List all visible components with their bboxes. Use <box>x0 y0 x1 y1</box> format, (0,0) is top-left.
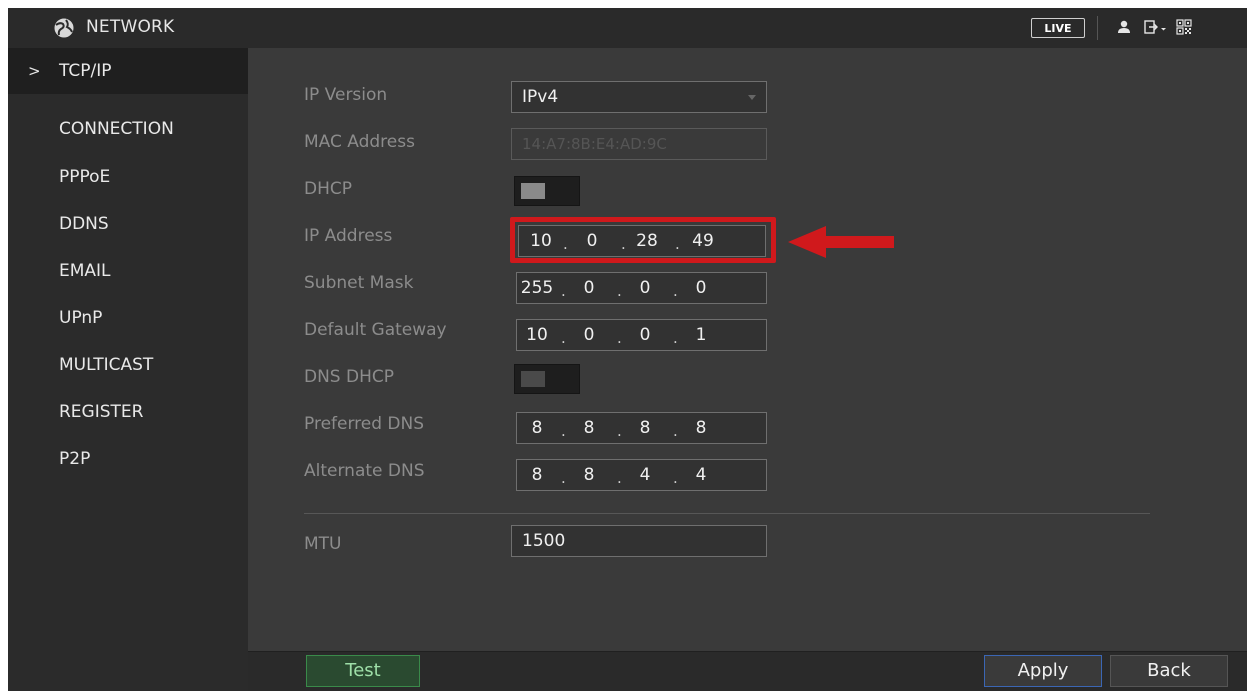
octet-dot: . <box>617 329 622 347</box>
top-separator <box>1097 16 1098 40</box>
ip-address-highlight-box <box>510 217 776 263</box>
ip-version-value: IPv4 <box>522 87 559 107</box>
ip-version-label: IP Version <box>304 85 388 105</box>
dhcp-label: DHCP <box>304 179 352 199</box>
dhcp-toggle[interactable] <box>514 176 580 206</box>
bottom-bar: Test Apply Back <box>248 651 1247 691</box>
mtu-value: 1500 <box>522 531 566 551</box>
page-title: NETWORK <box>86 17 175 37</box>
octet-dot: . <box>561 469 566 487</box>
octet-dot: . <box>673 469 678 487</box>
sidebar-item-tcp-ip[interactable]: > TCP/IP <box>8 48 248 94</box>
preferred-dns-label: Preferred DNS <box>304 414 425 434</box>
dropdown-arrow-icon <box>748 95 756 100</box>
sidebar-item-register[interactable]: REGISTER <box>8 389 248 435</box>
globe-network-icon <box>53 17 75 39</box>
octet-dot: . <box>561 422 566 440</box>
ip-address-label: IP Address <box>304 226 393 246</box>
sidebar: > TCP/IP CONNECTION PPPoE DDNS EMAIL UPn… <box>8 48 248 691</box>
tcp-ip-settings-panel: IP Version IPv4 MAC Address 14:A7:8B:E4:… <box>248 48 1247 691</box>
sidebar-item-connection[interactable]: CONNECTION <box>8 106 248 152</box>
sidebar-item-pppoe[interactable]: PPPoE <box>8 154 248 200</box>
octet-dot: . <box>617 422 622 440</box>
octet-dot: . <box>673 282 678 300</box>
ip-octet[interactable]: 8 <box>519 460 555 490</box>
mac-address-value: 14:A7:8B:E4:AD:9C <box>522 135 667 153</box>
subnet-mask-label: Subnet Mask <box>304 273 414 293</box>
user-icon[interactable] <box>1116 19 1132 35</box>
octet-dot: . <box>673 422 678 440</box>
top-bar: NETWORK LIVE <box>8 8 1247 49</box>
subnet-mask-input[interactable]: 255 . 0 . 0 . 0 <box>516 272 767 304</box>
sidebar-item-p2p[interactable]: P2P <box>8 436 248 482</box>
ip-octet[interactable]: 8 <box>571 413 607 443</box>
octet-dot: . <box>617 469 622 487</box>
mtu-input[interactable]: 1500 <box>511 525 767 557</box>
qr-code-icon[interactable] <box>1176 19 1192 35</box>
ip-octet[interactable]: 0 <box>683 273 719 303</box>
sidebar-item-multicast[interactable]: MULTICAST <box>8 342 248 388</box>
test-button[interactable]: Test <box>306 655 420 687</box>
sidebar-item-label: CONNECTION <box>59 119 174 139</box>
sidebar-item-label: UPnP <box>59 308 103 328</box>
live-button[interactable]: LIVE <box>1031 18 1085 38</box>
app-window: NETWORK LIVE > TCP/IP CONNECTION PPPoE D… <box>8 8 1247 691</box>
sidebar-item-ddns[interactable]: DDNS <box>8 201 248 247</box>
ip-octet[interactable]: 4 <box>683 460 719 490</box>
back-button[interactable]: Back <box>1110 655 1228 687</box>
red-arrow-icon <box>788 226 894 258</box>
sidebar-item-label: MULTICAST <box>59 355 154 375</box>
ip-octet[interactable]: 0 <box>627 320 663 350</box>
default-gateway-label: Default Gateway <box>304 320 447 340</box>
sidebar-item-label: EMAIL <box>59 261 111 281</box>
mac-address-field: 14:A7:8B:E4:AD:9C <box>511 128 767 160</box>
ip-octet[interactable]: 4 <box>627 460 663 490</box>
alternate-dns-input[interactable]: 8 . 8 . 4 . 4 <box>516 459 767 491</box>
octet-dot: . <box>617 282 622 300</box>
ip-octet[interactable]: 0 <box>571 273 607 303</box>
toggle-knob <box>521 183 545 199</box>
preferred-dns-input[interactable]: 8 . 8 . 8 . 8 <box>516 412 767 444</box>
section-divider <box>304 513 1150 514</box>
ip-version-select[interactable]: IPv4 <box>511 81 767 113</box>
sidebar-item-label: PPPoE <box>59 167 111 187</box>
ip-octet[interactable]: 8 <box>683 413 719 443</box>
mtu-label: MTU <box>304 534 342 554</box>
logout-icon[interactable] <box>1144 19 1168 35</box>
sidebar-item-label: DDNS <box>59 214 109 234</box>
sidebar-item-label: REGISTER <box>59 402 144 422</box>
octet-dot: . <box>561 329 566 347</box>
sidebar-item-email[interactable]: EMAIL <box>8 248 248 294</box>
ip-octet[interactable]: 255 <box>519 273 555 303</box>
sidebar-item-label: P2P <box>59 449 91 469</box>
dns-dhcp-label: DNS DHCP <box>304 367 394 387</box>
ip-octet[interactable]: 0 <box>627 273 663 303</box>
ip-octet[interactable]: 8 <box>571 460 607 490</box>
ip-octet[interactable]: 8 <box>627 413 663 443</box>
ip-octet[interactable]: 0 <box>571 320 607 350</box>
ip-octet[interactable]: 8 <box>519 413 555 443</box>
octet-dot: . <box>673 329 678 347</box>
alternate-dns-label: Alternate DNS <box>304 461 425 481</box>
dns-dhcp-toggle[interactable] <box>514 364 580 394</box>
sidebar-item-upnp[interactable]: UPnP <box>8 295 248 341</box>
toggle-knob <box>521 371 545 387</box>
mac-address-label: MAC Address <box>304 132 415 152</box>
default-gateway-input[interactable]: 10 . 0 . 0 . 1 <box>516 319 767 351</box>
ip-octet[interactable]: 1 <box>683 320 719 350</box>
octet-dot: . <box>561 282 566 300</box>
chevron-right-icon: > <box>28 62 41 80</box>
sidebar-item-label: TCP/IP <box>59 61 112 81</box>
ip-octet[interactable]: 10 <box>519 320 555 350</box>
apply-button[interactable]: Apply <box>984 655 1102 687</box>
